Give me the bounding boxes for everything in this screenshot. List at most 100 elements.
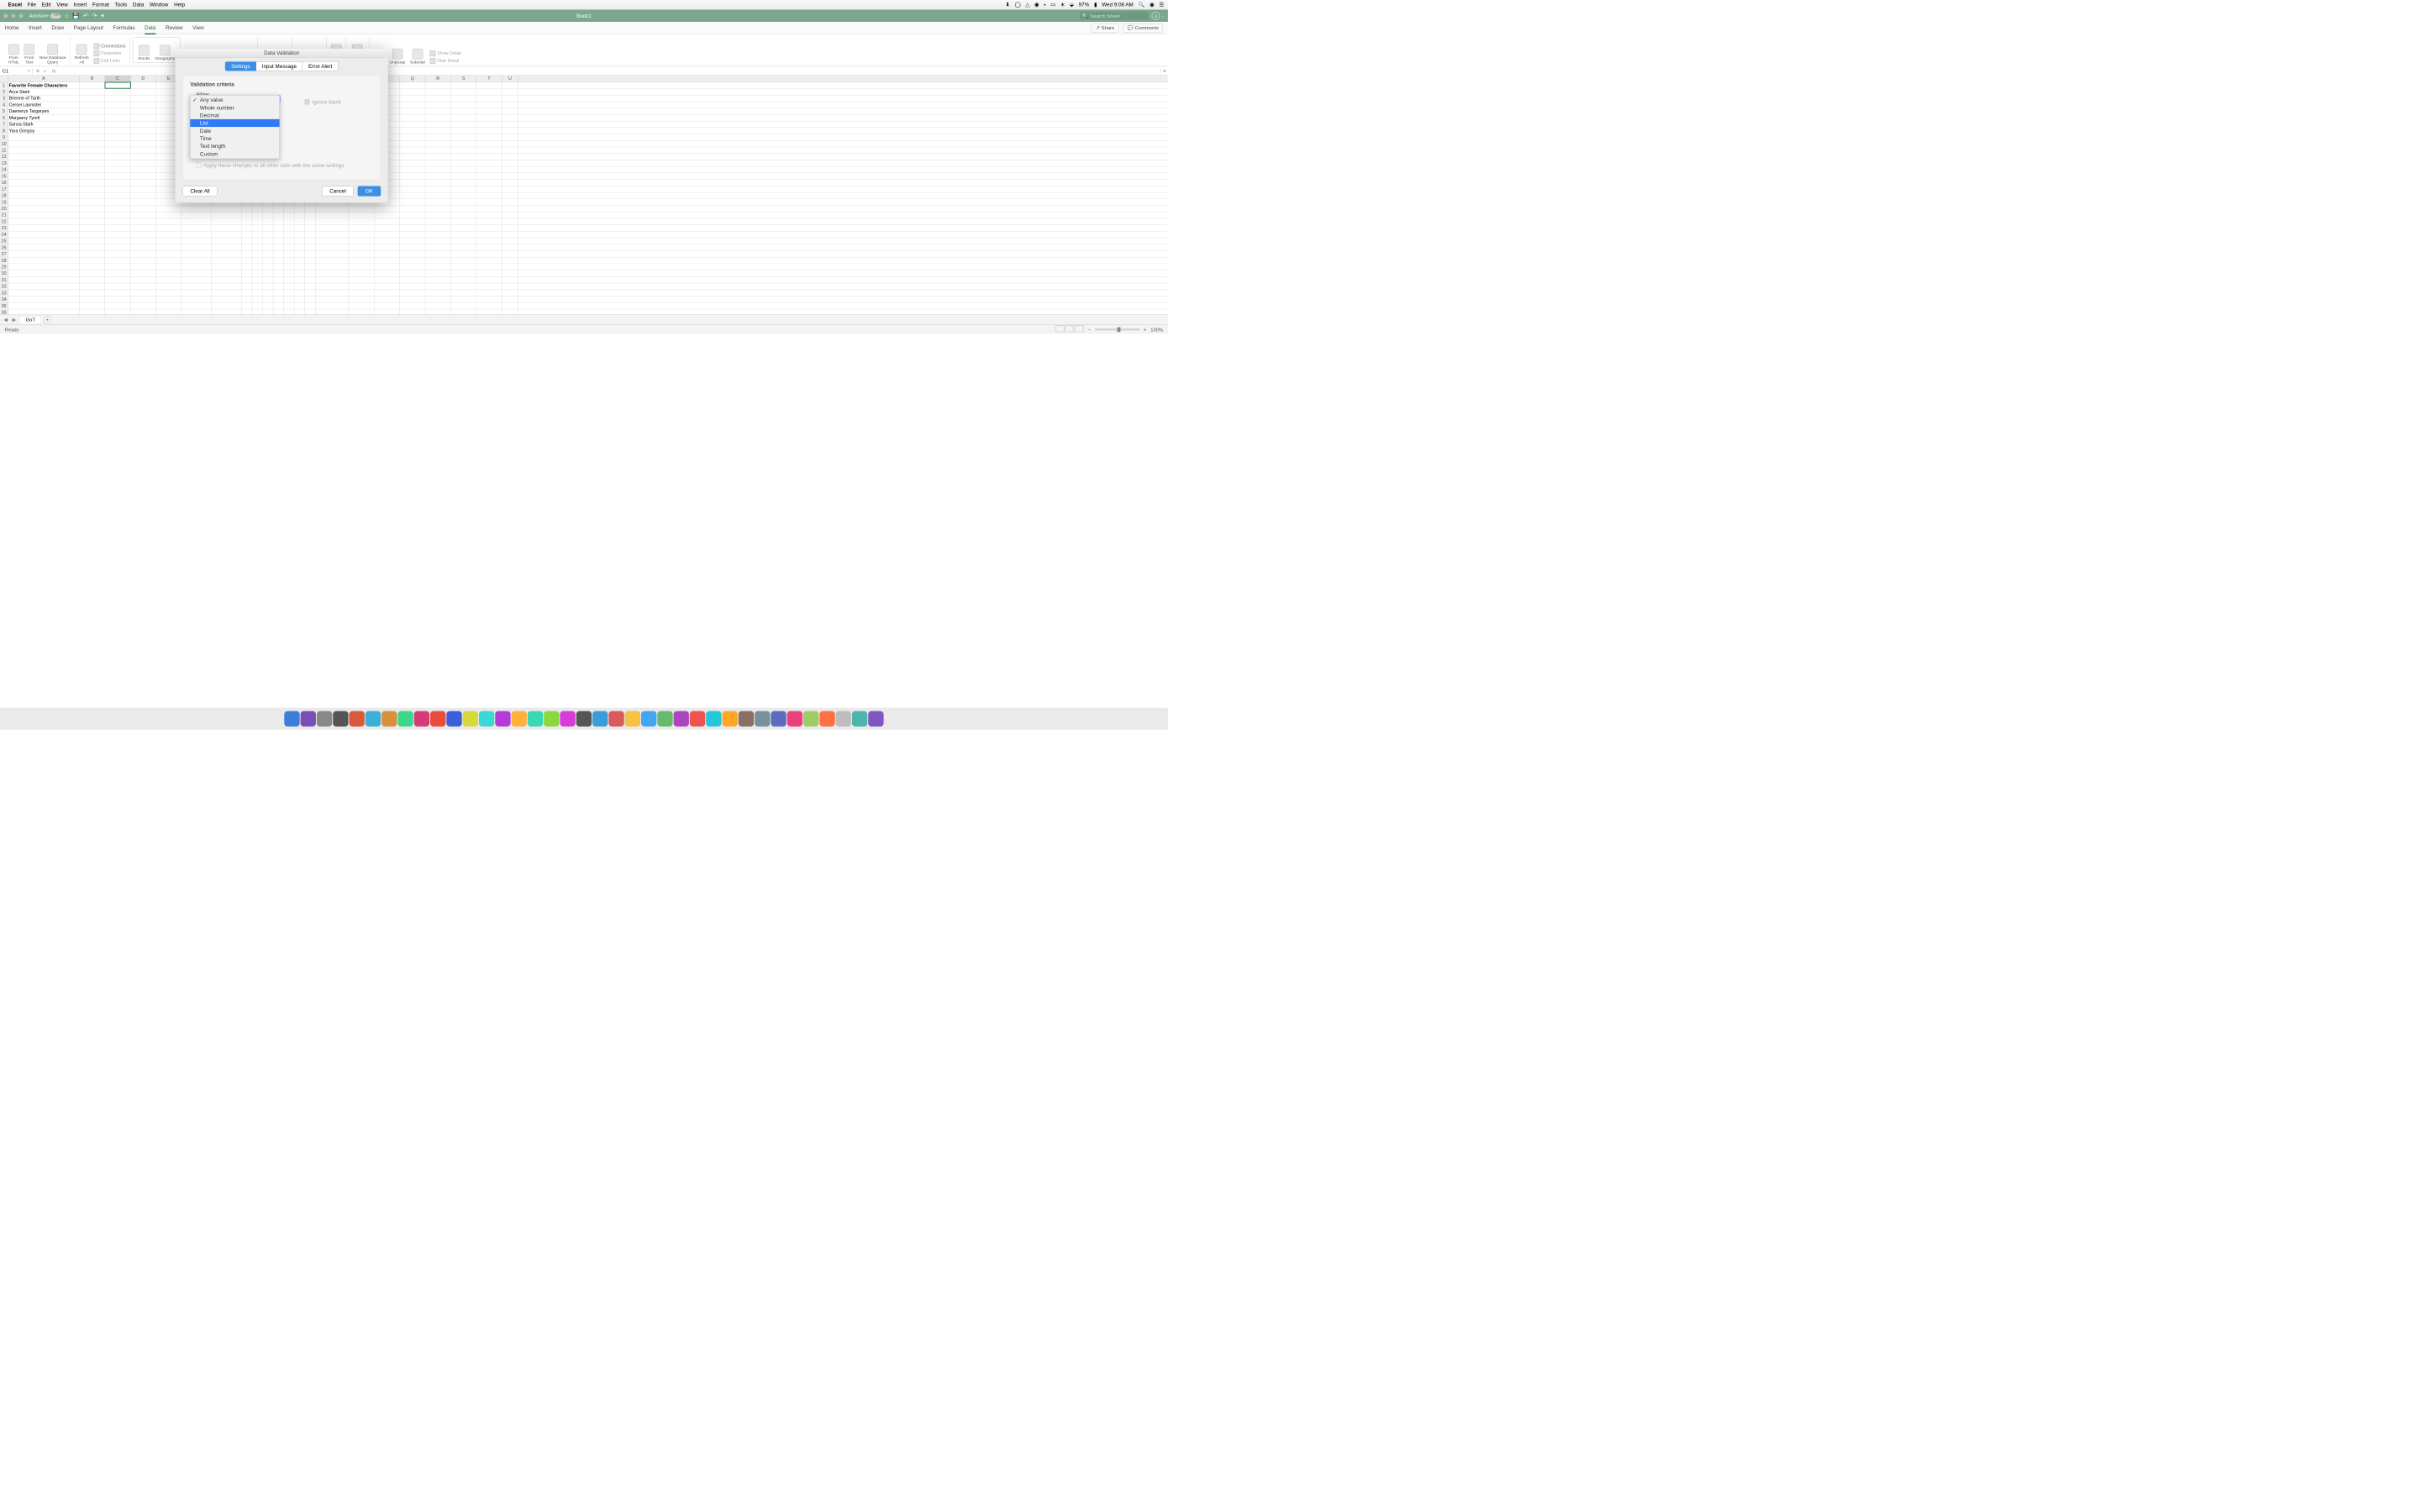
col-header[interactable]: R (425, 76, 450, 82)
dialog-tab-settings[interactable]: Settings (225, 61, 256, 71)
cell[interactable]: Cersei Lannister (8, 102, 80, 108)
cell[interactable] (400, 206, 425, 212)
cell[interactable] (502, 147, 518, 153)
cell[interactable] (476, 232, 502, 238)
cell[interactable] (374, 238, 399, 244)
cell[interactable] (252, 206, 263, 212)
cell[interactable] (284, 270, 295, 276)
sheet-tab[interactable]: GoT (19, 316, 41, 323)
cell[interactable] (130, 283, 155, 289)
cell[interactable] (451, 186, 476, 192)
cell[interactable] (80, 232, 105, 238)
cell[interactable] (130, 199, 155, 205)
cell[interactable] (425, 166, 450, 172)
cell[interactable] (476, 115, 502, 121)
cell[interactable] (105, 134, 130, 140)
cell[interactable] (502, 186, 518, 192)
cell[interactable] (105, 108, 130, 114)
cell[interactable] (400, 115, 425, 121)
cell[interactable] (130, 257, 155, 263)
cell[interactable] (305, 290, 316, 296)
cell[interactable] (425, 160, 450, 166)
cell[interactable] (105, 95, 130, 101)
row-header[interactable]: 15 (0, 173, 8, 179)
cell[interactable] (80, 264, 105, 270)
dock-app[interactable] (366, 711, 381, 726)
row-header[interactable]: 4 (0, 102, 8, 108)
qat-dropdown-icon[interactable]: ▾ (101, 13, 103, 19)
col-header[interactable]: D (130, 76, 155, 82)
cell[interactable] (294, 257, 305, 263)
enter-formula-icon[interactable]: ✓ (43, 68, 47, 74)
cell[interactable] (374, 290, 399, 296)
tab-insert[interactable]: Insert (29, 23, 42, 34)
cell[interactable] (105, 192, 130, 198)
cancel-formula-icon[interactable]: ✕ (35, 68, 39, 74)
drive-icon[interactable]: △ (1025, 2, 1029, 8)
cell[interactable] (263, 232, 274, 238)
cell[interactable] (212, 290, 242, 296)
cell[interactable] (502, 128, 518, 134)
cell[interactable] (8, 264, 80, 270)
cell[interactable] (252, 212, 263, 218)
cell[interactable] (242, 297, 253, 302)
cell[interactable] (252, 251, 263, 257)
cell[interactable] (502, 257, 518, 263)
cell[interactable] (105, 102, 130, 108)
cell[interactable] (8, 225, 80, 231)
cell[interactable] (315, 264, 349, 270)
cell[interactable] (8, 251, 80, 257)
cell[interactable] (8, 277, 80, 283)
cell[interactable] (8, 166, 80, 172)
cell[interactable] (80, 297, 105, 302)
cell[interactable] (305, 218, 316, 224)
cell[interactable] (252, 283, 263, 289)
cell[interactable] (182, 283, 212, 289)
cell[interactable] (502, 192, 518, 198)
cell[interactable] (273, 218, 284, 224)
allow-option-whole-number[interactable]: Whole number (190, 104, 279, 112)
cell[interactable] (502, 180, 518, 186)
cell[interactable] (242, 309, 253, 314)
cell[interactable] (130, 238, 155, 244)
cell[interactable] (476, 147, 502, 153)
cell[interactable] (242, 277, 253, 283)
tab-page-layout[interactable]: Page Layout (74, 23, 103, 34)
cell[interactable]: Arya Stark (8, 89, 80, 95)
cell[interactable] (130, 270, 155, 276)
cell[interactable] (400, 128, 425, 134)
clear-all-button[interactable]: Clear All (182, 186, 218, 197)
cell[interactable] (242, 283, 253, 289)
wifi-icon[interactable]: ⬙ (1070, 2, 1074, 8)
cell[interactable] (315, 283, 349, 289)
cell[interactable] (156, 238, 182, 244)
cell[interactable] (80, 102, 105, 108)
dock-app[interactable] (723, 711, 738, 726)
cell[interactable] (80, 128, 105, 134)
cell[interactable] (105, 309, 130, 314)
cell[interactable] (502, 206, 518, 212)
cell[interactable] (425, 270, 450, 276)
cell[interactable] (252, 270, 263, 276)
cell[interactable] (294, 303, 305, 309)
cell[interactable] (374, 277, 399, 283)
cell[interactable] (252, 257, 263, 263)
cell[interactable] (374, 225, 399, 231)
cell[interactable] (400, 166, 425, 172)
cell[interactable] (502, 154, 518, 160)
cell[interactable] (502, 283, 518, 289)
dock-app[interactable] (544, 711, 559, 726)
dock-app[interactable] (771, 711, 786, 726)
row-header[interactable]: 36 (0, 309, 8, 314)
cell[interactable] (476, 128, 502, 134)
cell[interactable] (263, 218, 274, 224)
cell[interactable] (80, 206, 105, 212)
cell[interactable] (502, 218, 518, 224)
allow-option-text-length[interactable]: Text length (190, 142, 279, 150)
cell[interactable] (502, 173, 518, 179)
tab-home[interactable]: Home (5, 23, 19, 34)
cell[interactable] (80, 244, 105, 250)
cell[interactable] (273, 212, 284, 218)
cell[interactable] (130, 218, 155, 224)
cell[interactable] (182, 238, 212, 244)
